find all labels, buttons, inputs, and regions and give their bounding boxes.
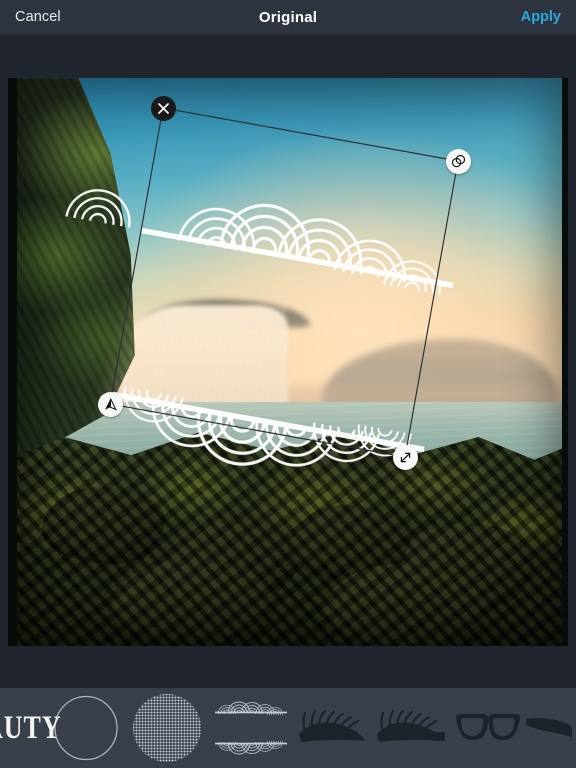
tray-item-halftone-circle[interactable] (126, 688, 208, 768)
tray-item-ornament-banner[interactable] (208, 688, 294, 768)
tray-item-partial[interactable] (526, 688, 572, 768)
tray-item-glasses[interactable] (450, 688, 526, 768)
sticker-delete-handle[interactable] (150, 95, 176, 121)
flip-icon (104, 397, 117, 411)
duplicate-icon (451, 154, 465, 167)
glasses-icon (456, 714, 520, 741)
tray-item-eyelash-left[interactable] (294, 688, 372, 768)
ornament-banner-icon (215, 701, 287, 755)
top-toolbar: Cancel Original Apply (0, 0, 576, 34)
apply-button[interactable]: Apply (521, 0, 561, 34)
sticker-editor-screen: Cancel Original Apply UTY (0, 0, 576, 768)
selection-outline (109, 107, 459, 458)
halftone-circle-icon (133, 694, 201, 762)
eyelash-left-icon (299, 709, 365, 742)
sticker-duplicate-handle[interactable] (445, 148, 471, 174)
circle-frame-icon (54, 695, 118, 761)
close-icon (157, 102, 169, 114)
resize-icon (400, 452, 410, 462)
sticker-selection-box (109, 107, 459, 458)
tray-item-eyelash-right[interactable] (372, 688, 450, 768)
editor-canvas[interactable] (0, 35, 576, 688)
partial-sticker-icon (526, 718, 572, 737)
tray-item-beauty-text[interactable]: AUTY (0, 688, 61, 768)
eyelash-right-icon (377, 709, 445, 742)
page-title: Original (258, 8, 318, 26)
beauty-text-label: AUTY (0, 709, 62, 746)
sticker-tray[interactable]: AUTY (0, 688, 576, 768)
sticker-flip-handle[interactable] (97, 391, 123, 417)
sticker-resize-handle[interactable] (392, 444, 418, 470)
